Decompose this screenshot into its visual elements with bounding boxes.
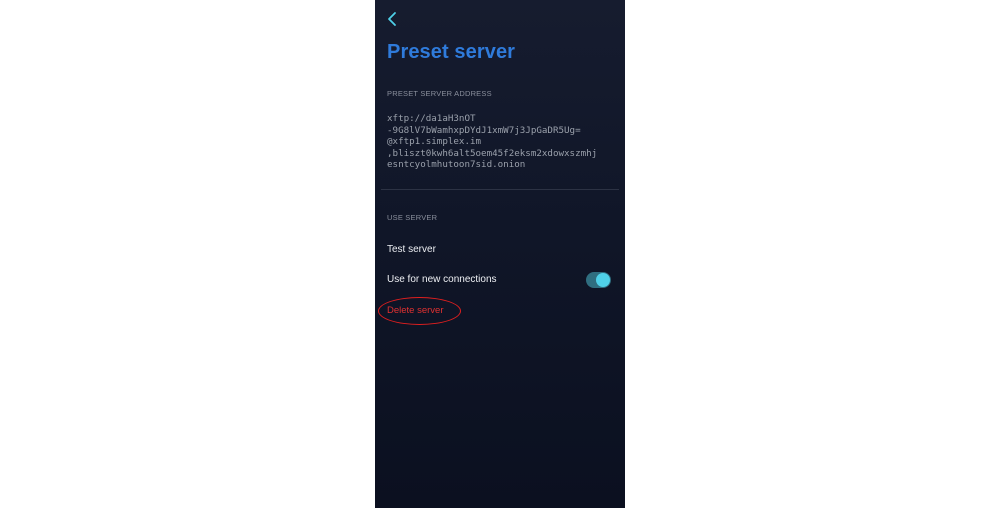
chevron-left-icon xyxy=(388,12,396,26)
use-for-new-connections-label: Use for new connections xyxy=(387,274,497,285)
phone-screen: Preset server PRESET SERVER ADDRESS xftp… xyxy=(375,0,625,508)
section-divider xyxy=(381,189,619,190)
toggle-knob xyxy=(596,273,610,287)
address-line: esntcyolmhutoon7sid.onion xyxy=(387,159,526,170)
use-server-section-header: USE SERVER xyxy=(387,213,438,222)
address-line: -9G8lV7bWamhxpDYdJ1xmW7j3JpGaDR5Ug= xyxy=(387,124,581,136)
address-line: @xftp1.simplex.im xyxy=(387,136,482,147)
address-section-header: PRESET SERVER ADDRESS xyxy=(387,89,492,98)
server-address: xftp://da1aH3nOT -9G8lV7bWamhxpDYdJ1xmW7… xyxy=(387,113,619,171)
address-line: ,bliszt0kwh6alt5oem45f2eksm2xdowxszmhj xyxy=(387,147,598,159)
page-title: Preset server xyxy=(387,41,516,63)
delete-server-button[interactable]: Delete server xyxy=(387,305,444,316)
use-for-new-connections-toggle[interactable] xyxy=(586,272,611,288)
back-button[interactable] xyxy=(385,10,401,28)
address-line: xftp://da1aH3nOT xyxy=(387,113,476,124)
test-server-button[interactable]: Test server xyxy=(387,244,436,255)
